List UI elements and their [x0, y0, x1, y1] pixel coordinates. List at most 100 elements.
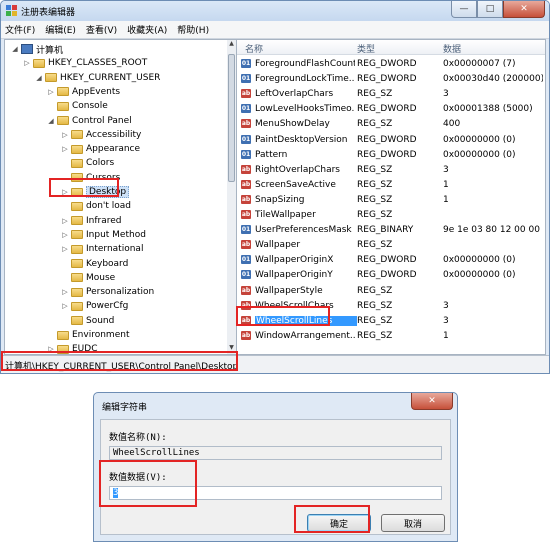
tree-item[interactable]: ▷ PowerCfg: [61, 299, 128, 313]
collapsed-arrow-icon[interactable]: ▷: [61, 302, 69, 310]
menu-favorites[interactable]: 收藏夹(A): [127, 23, 167, 36]
tree-item[interactable]: Mouse: [61, 271, 115, 285]
title-bar[interactable]: 注册表编辑器 — □ ✕: [1, 1, 549, 21]
value-data: 0x00000007 (7): [443, 59, 516, 69]
value-row[interactable]: ab TileWallpaper REG_SZ: [237, 208, 545, 223]
collapsed-arrow-icon[interactable]: ▷: [61, 245, 69, 253]
no-children-spacer: [61, 274, 69, 282]
tree-item[interactable]: ▷ Input Method: [61, 228, 146, 242]
tree-item[interactable]: don't load: [61, 199, 131, 213]
collapsed-arrow-icon[interactable]: ▷: [61, 288, 69, 296]
folder-icon: [71, 144, 83, 154]
collapsed-arrow-icon[interactable]: ▷: [23, 59, 31, 67]
tree-item[interactable]: ◢ Control Panel: [47, 114, 131, 128]
tree-item[interactable]: ◢ HKEY_CURRENT_USER: [35, 71, 160, 85]
value-name: Wallpaper: [255, 240, 301, 251]
tree-item[interactable]: ▷ International: [61, 242, 143, 256]
tree-item[interactable]: Colors: [61, 156, 114, 170]
collapsed-arrow-icon[interactable]: ▷: [61, 231, 69, 239]
tree-item[interactable]: ▷ Infrared: [61, 214, 121, 228]
tree-item[interactable]: Console: [47, 99, 108, 113]
value-row[interactable]: 01 ForegroundFlashCount REG_DWORD 0x0000000…: [237, 57, 545, 72]
value-row[interactable]: ab LeftOverlapChars REG_SZ 3: [237, 87, 545, 102]
tree-item[interactable]: ▷ AppEvents: [47, 85, 120, 99]
editor-panes: ◢ 计算机 ▷ HKEY_CLASSES_ROOT ◢ HKEY_CURRENT_USER…: [4, 39, 546, 355]
value-row[interactable]: ab WheelScrollLines REG_SZ 3: [237, 314, 545, 329]
menu-view[interactable]: 查看(V): [86, 23, 117, 36]
tree-item[interactable]: ▷ Accessibility: [61, 128, 141, 142]
value-type: REG_DWORD: [357, 104, 417, 115]
collapsed-arrow-icon[interactable]: ▷: [47, 88, 55, 96]
menu-edit[interactable]: 编辑(E): [45, 23, 76, 36]
folder-icon: [71, 158, 83, 168]
value-row[interactable]: 01 PaintDesktopVersion REG_DWORD 0x00000000…: [237, 133, 545, 148]
value-row[interactable]: ab SnapSizing REG_SZ 1: [237, 193, 545, 208]
collapsed-arrow-icon[interactable]: ▷: [61, 131, 69, 139]
value-row[interactable]: 01 LowLevelHooksTimeo... REG_DWORD 0x000013…: [237, 102, 545, 117]
column-data[interactable]: 数据: [443, 42, 461, 55]
value-row[interactable]: ab RightOverlapChars REG_SZ 3: [237, 163, 545, 178]
expanded-arrow-icon[interactable]: ◢: [11, 45, 19, 53]
tree-item[interactable]: ▷ Appearance: [61, 142, 140, 156]
column-type[interactable]: 类型: [357, 42, 375, 55]
cancel-button[interactable]: 取消: [381, 514, 445, 532]
tree-item[interactable]: Cursors: [61, 171, 120, 185]
close-button[interactable]: ✕: [503, 1, 545, 18]
maximize-button[interactable]: □: [477, 1, 503, 18]
menu-help[interactable]: 帮助(H): [177, 23, 209, 36]
computer-icon: [21, 44, 33, 54]
no-children-spacer: [47, 102, 55, 110]
folder-icon: [71, 287, 83, 297]
string-value-icon: ab: [241, 89, 251, 99]
value-row[interactable]: ab WheelScrollChars REG_SZ 3: [237, 299, 545, 314]
value-data: 3: [443, 315, 449, 326]
value-row[interactable]: ab ScreenSaveActive REG_SZ 1: [237, 178, 545, 193]
collapsed-arrow-icon[interactable]: ▷: [61, 188, 69, 196]
value-type: REG_SZ: [357, 300, 393, 311]
tree-item[interactable]: ▷ Desktop: [61, 185, 130, 199]
value-type: REG_SZ: [357, 194, 393, 205]
folder-icon: [71, 259, 83, 268]
tree-item[interactable]: Sound: [61, 314, 114, 328]
tree-item[interactable]: Environment: [47, 328, 129, 342]
scroll-up-icon[interactable]: ▲: [227, 40, 236, 50]
collapsed-arrow-icon[interactable]: ▷: [47, 345, 55, 353]
tree-item[interactable]: Keyboard: [61, 257, 128, 271]
value-row[interactable]: 01 WallpaperOriginY REG_DWORD 0x00000000 (0…: [237, 268, 545, 283]
collapsed-arrow-icon[interactable]: ▷: [61, 145, 69, 153]
value-row[interactable]: ab MenuShowDelay REG_SZ 400: [237, 117, 545, 132]
scroll-down-icon[interactable]: ▼: [227, 344, 236, 354]
value-row[interactable]: 01 UserPreferencesMask REG_BINARY 9e 1e 03 …: [237, 223, 545, 238]
tree-item[interactable]: ◢ 计算机: [11, 42, 63, 56]
value-row[interactable]: 01 Pattern REG_DWORD 0x00000000 (0): [237, 148, 545, 163]
value-row[interactable]: 01 WallpaperOriginX REG_DWORD 0x00000000 (0…: [237, 253, 545, 268]
folder-icon: [57, 101, 69, 111]
expanded-arrow-icon[interactable]: ◢: [35, 74, 43, 82]
column-name[interactable]: 名称: [245, 42, 263, 55]
value-name: WheelScrollChars: [255, 300, 334, 311]
binary-value-icon: 01: [241, 149, 251, 159]
collapsed-arrow-icon[interactable]: ▷: [61, 217, 69, 225]
tree-item[interactable]: ▷ Personalization: [61, 285, 154, 299]
string-value-icon: ab: [241, 330, 251, 340]
value-row[interactable]: ab WindowArrangement... REG_SZ 1: [237, 329, 545, 344]
folder-icon: [71, 230, 83, 240]
tree-item-label: Personalization: [86, 287, 155, 298]
ok-button[interactable]: 确定: [307, 514, 371, 532]
dialog-close-button[interactable]: ✕: [411, 393, 453, 410]
value-row[interactable]: 01 ForegroundLockTime... REG_DWORD 0x00030d…: [237, 72, 545, 87]
expanded-arrow-icon[interactable]: ◢: [47, 117, 55, 125]
value-name: PaintDesktopVersion: [255, 134, 348, 145]
tree-item-label: Accessibility: [86, 129, 142, 140]
binary-value-icon: 01: [241, 225, 251, 235]
tree-item[interactable]: ▷ EUDC: [47, 342, 97, 354]
menu-file[interactable]: 文件(F): [5, 23, 35, 36]
value-row[interactable]: ab Wallpaper REG_SZ: [237, 238, 545, 253]
minimize-button[interactable]: —: [451, 1, 477, 18]
value-name: LowLevelHooksTimeo...: [255, 104, 355, 115]
tree-scrollbar[interactable]: ▲ ▼: [227, 40, 237, 354]
scroll-thumb[interactable]: [228, 54, 235, 182]
value-data-input[interactable]: 3: [109, 486, 442, 500]
tree-item[interactable]: ▷ HKEY_CLASSES_ROOT: [23, 56, 147, 70]
value-row[interactable]: ab WallpaperStyle REG_SZ: [237, 284, 545, 299]
